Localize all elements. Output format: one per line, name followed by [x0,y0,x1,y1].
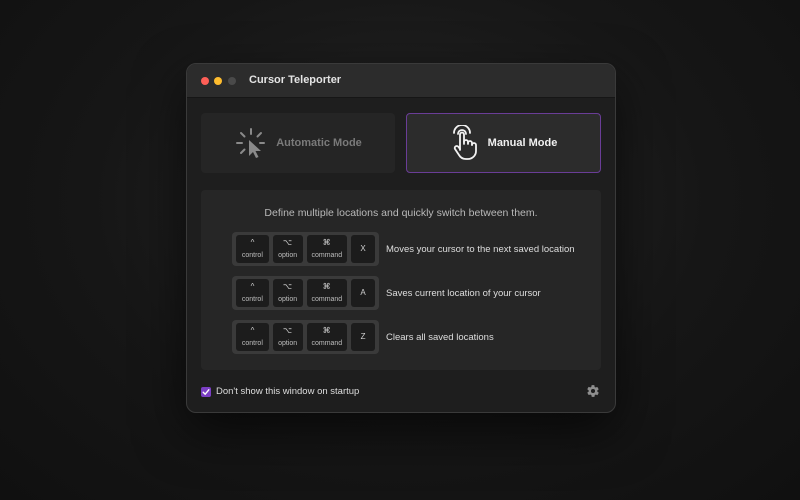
option-symbol: ⌥ [282,282,293,291]
shortcuts-panel: Define multiple locations and quickly sw… [201,190,601,370]
key-combination: ^ control ⌥ option ⌘ command X [232,232,379,266]
minimize-window-button[interactable] [214,77,222,85]
control-key-label: control [241,252,263,259]
automatic-mode-button[interactable]: Automatic Mode [201,113,395,173]
window-title: Cursor Teleporter [249,74,342,86]
shortcut-row-next-location: ^ control ⌥ option ⌘ command X Moves you… [232,232,575,266]
letter-key-label: X [360,244,366,253]
title-bar[interactable]: Cursor Teleporter [187,64,615,98]
shortcut-row-clear-locations: ^ control ⌥ option ⌘ command Z Clears al… [232,320,494,354]
control-symbol: ^ [250,326,255,335]
gear-icon[interactable] [586,384,600,398]
startup-checkbox-label[interactable]: Don't show this window on startup [216,386,359,397]
letter-key-z: Z [351,323,375,351]
letter-key-a: A [351,279,375,307]
pointing-hand-icon [450,125,480,161]
letter-key-x: X [351,235,375,263]
command-symbol: ⌘ [322,282,331,291]
control-key-label: control [241,296,263,303]
option-key: ⌥ option [272,323,303,351]
control-symbol: ^ [250,238,255,247]
command-key-label: command [311,252,343,259]
shortcut-description: Saves current location of your cursor [386,287,541,299]
automatic-mode-label: Automatic Mode [276,137,362,149]
letter-key-label: A [360,288,366,297]
command-key: ⌘ command [306,235,348,263]
control-key: ^ control [236,323,269,351]
checkmark-icon [202,388,210,395]
manual-mode-button[interactable]: Manual Mode [406,113,601,173]
option-key-label: option [278,296,298,303]
option-key-label: option [278,252,298,259]
startup-checkbox-row[interactable]: Don't show this window on startup [201,386,359,397]
control-key: ^ control [236,235,269,263]
sparkle-cursor-icon [234,126,268,160]
command-symbol: ⌘ [322,238,331,247]
maximize-window-button[interactable] [228,77,236,85]
option-symbol: ⌥ [282,238,293,247]
manual-mode-label: Manual Mode [487,137,558,149]
panel-description: Define multiple locations and quickly sw… [264,207,538,219]
app-window: Cursor Teleporter Automatic Mode Manual … [186,63,616,413]
shortcut-row-save-location: ^ control ⌥ option ⌘ command A Saves cur… [232,276,541,310]
command-key-label: command [311,340,343,347]
command-symbol: ⌘ [322,326,331,335]
option-key: ⌥ option [272,279,303,307]
startup-checkbox[interactable] [201,386,211,397]
control-key: ^ control [236,279,269,307]
control-symbol: ^ [250,282,255,291]
option-key: ⌥ option [272,235,303,263]
command-key: ⌘ command [306,279,348,307]
close-window-button[interactable] [201,77,209,85]
option-symbol: ⌥ [282,326,293,335]
shortcut-description: Moves your cursor to the next saved loca… [386,243,575,255]
command-key-label: command [311,296,343,303]
key-combination: ^ control ⌥ option ⌘ command Z [232,320,379,354]
key-combination: ^ control ⌥ option ⌘ command A [232,276,379,310]
shortcut-description: Clears all saved locations [386,331,494,343]
control-key-label: control [241,340,263,347]
command-key: ⌘ command [306,323,348,351]
letter-key-label: Z [360,332,366,341]
option-key-label: option [278,340,298,347]
